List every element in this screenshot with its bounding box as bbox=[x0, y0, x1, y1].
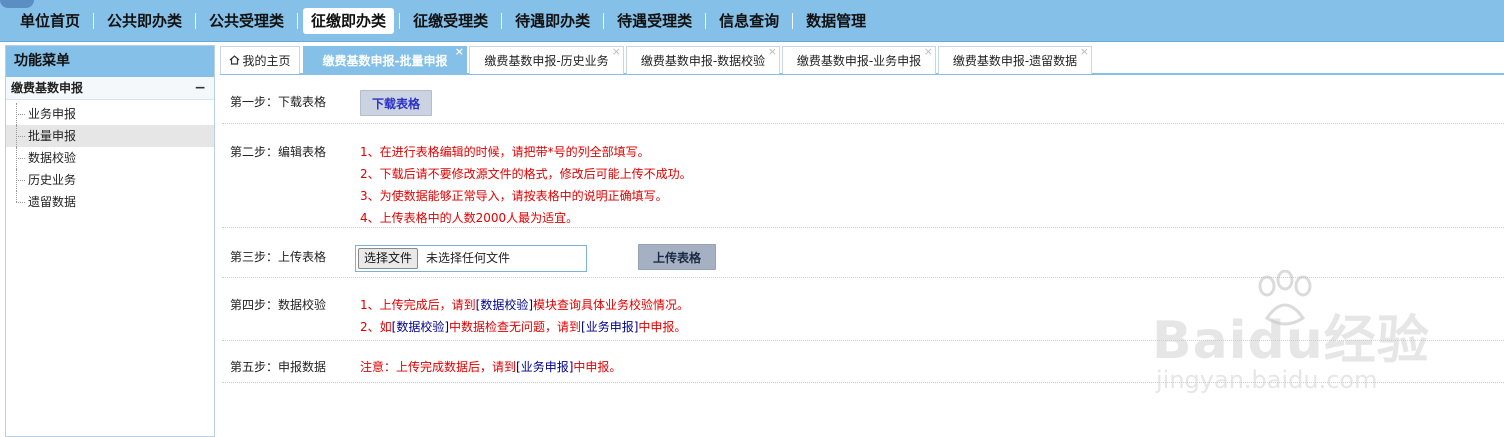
tab-history[interactable]: 缴费基数申报-历史业务 × bbox=[469, 45, 624, 74]
nav-item-public-instant[interactable]: 公共即办类 bbox=[99, 8, 190, 34]
step-label: 第五步：申报数据 bbox=[230, 360, 327, 374]
tree-connector bbox=[16, 114, 25, 115]
instruction-note: 注意：上传完成数据后，请到[业务申报]中申报。 bbox=[360, 358, 621, 375]
step-download: 第一步：下载表格 下载表格 bbox=[222, 78, 1504, 124]
menu-list: 业务申报 批量申报 数据校验 历史业务 遗留数据 bbox=[6, 100, 214, 213]
tab-batch-declare[interactable]: 缴费基数申报-批量申报 × bbox=[303, 45, 467, 74]
upload-template-button[interactable]: 上传表格 bbox=[638, 244, 716, 270]
nav-divider bbox=[297, 13, 299, 29]
nav-item-collection-accept[interactable]: 征缴受理类 bbox=[405, 8, 496, 34]
tab-label: 缴费基数申报-数据校验 bbox=[640, 54, 766, 68]
step-data-check: 第四步：数据校验 1、上传完成后，请到[数据校验]模块查询具体业务校验情况。 2… bbox=[222, 278, 1504, 341]
note-text: 注意：上传完成数据后，请到 bbox=[360, 360, 517, 374]
nav-divider bbox=[705, 13, 707, 29]
data-check-link[interactable]: [数据校验] bbox=[476, 298, 533, 312]
nav-divider bbox=[603, 13, 605, 29]
step-label: 第四步：数据校验 bbox=[230, 298, 327, 312]
step-edit: 第二步：编辑表格 1、在进行表格编辑的时候，请把带*号的列全部填写。 2、下载后… bbox=[222, 124, 1504, 228]
instruction-note: 3、为使数据能够正常导入，请按表格中的说明正确填写。 bbox=[360, 189, 668, 203]
sidebar-item-data-check[interactable]: 数据校验 bbox=[6, 147, 214, 169]
file-input[interactable]: 选择文件 未选择任何文件 bbox=[355, 245, 587, 272]
close-icon[interactable]: × bbox=[768, 38, 777, 66]
step-label: 第一步：下载表格 bbox=[230, 95, 327, 109]
menu-group-header[interactable]: 缴费基数申报 − bbox=[6, 77, 214, 100]
sidebar-item-label: 数据校验 bbox=[28, 151, 77, 165]
sidebar-item-batch-declare[interactable]: 批量申报 bbox=[6, 125, 214, 147]
tree-connector bbox=[16, 191, 17, 202]
sidebar-item-label: 遗留数据 bbox=[28, 195, 77, 209]
sidebar: 功能菜单 缴费基数申报 − 业务申报 批量申报 数据校验 历史业务 遗留数据 bbox=[5, 45, 215, 437]
choose-file-button[interactable]: 选择文件 bbox=[358, 248, 419, 269]
sidebar-item-business-declare[interactable]: 业务申报 bbox=[6, 103, 214, 125]
nav-item-benefit-instant[interactable]: 待遇即办类 bbox=[507, 8, 598, 34]
nav-item-public-accept[interactable]: 公共受理类 bbox=[201, 8, 292, 34]
file-status-text: 未选择任何文件 bbox=[426, 251, 511, 265]
close-icon[interactable]: × bbox=[455, 38, 464, 66]
tree-connector bbox=[16, 180, 25, 181]
note-text: 中申报。 bbox=[638, 320, 687, 334]
nav-divider bbox=[792, 13, 794, 29]
close-icon[interactable]: × bbox=[924, 38, 933, 66]
instruction-note: 2、如[数据校验]中数据检查无问题，请到[业务申报]中申报。 bbox=[360, 318, 686, 335]
top-navigation-bar: 单位首页 公共即办类 公共受理类 征缴即办类 征缴受理类 待遇即办类 待遇受理类… bbox=[0, 0, 1504, 42]
nav-item-data-management[interactable]: 数据管理 bbox=[798, 8, 874, 34]
close-icon[interactable]: × bbox=[612, 38, 621, 66]
instruction-note: 1、在进行表格编辑的时候，请把带*号的列全部填写。 bbox=[360, 145, 650, 159]
home-icon bbox=[229, 47, 240, 75]
step-label: 第二步：编辑表格 bbox=[230, 145, 327, 159]
step-declare: 第五步：申报数据 注意：上传完成数据后，请到[业务申报]中申报。 bbox=[222, 341, 1504, 383]
note-text: 模块查询具体业务校验情况。 bbox=[533, 298, 690, 312]
sidebar-title: 功能菜单 bbox=[6, 46, 214, 77]
tab-bar: 我的主页 缴费基数申报-批量申报 × 缴费基数申报-历史业务 × 缴费基数申报-… bbox=[220, 45, 1504, 75]
collapse-icon[interactable]: − bbox=[194, 77, 206, 100]
nav-divider bbox=[399, 13, 401, 29]
tab-label: 缴费基数申报-遗留数据 bbox=[952, 54, 1078, 68]
tab-label: 缴费基数申报-批量申报 bbox=[322, 54, 448, 68]
tab-data-check[interactable]: 缴费基数申报-数据校验 × bbox=[626, 45, 780, 74]
nav-item-info-query[interactable]: 信息查询 bbox=[711, 8, 787, 34]
tab-home[interactable]: 我的主页 bbox=[220, 46, 300, 74]
tree-connector bbox=[16, 136, 25, 137]
nav-divider bbox=[195, 13, 197, 29]
sidebar-item-legacy-data[interactable]: 遗留数据 bbox=[6, 191, 214, 213]
sidebar-item-label: 业务申报 bbox=[28, 107, 77, 121]
menu-group-label: 缴费基数申报 bbox=[11, 81, 84, 95]
note-text: 1、上传完成后，请到 bbox=[360, 298, 476, 312]
business-declare-link[interactable]: [业务申报] bbox=[581, 320, 638, 334]
sidebar-item-label: 批量申报 bbox=[28, 129, 77, 143]
note-text: 中申报。 bbox=[573, 360, 622, 374]
note-text: 2、如 bbox=[360, 320, 392, 334]
nav-divider bbox=[501, 13, 503, 29]
tab-label: 我的主页 bbox=[242, 54, 291, 68]
download-template-button[interactable]: 下载表格 bbox=[360, 90, 432, 116]
note-text: 中数据检查无问题，请到 bbox=[449, 320, 582, 334]
instruction-note: 4、上传表格中的人数2000人最为适宜。 bbox=[360, 211, 579, 225]
nav-item-collection-instant[interactable]: 征缴即办类 bbox=[303, 8, 395, 34]
nav-item-benefit-accept[interactable]: 待遇受理类 bbox=[609, 8, 700, 34]
tree-connector bbox=[16, 158, 25, 159]
close-icon[interactable]: × bbox=[1080, 38, 1089, 66]
instruction-note: 2、下载后请不要修改源文件的格式，修改后可能上传不成功。 bbox=[360, 167, 692, 181]
tab-label: 缴费基数申报-历史业务 bbox=[484, 54, 609, 68]
instruction-note: 1、上传完成后，请到[数据校验]模块查询具体业务校验情况。 bbox=[360, 296, 689, 313]
business-declare-link[interactable]: [业务申报] bbox=[516, 360, 573, 374]
tree-connector bbox=[16, 202, 25, 203]
sidebar-item-history[interactable]: 历史业务 bbox=[6, 169, 214, 191]
nav-divider bbox=[93, 13, 95, 29]
data-check-link[interactable]: [数据校验] bbox=[392, 320, 449, 334]
nav-item-unit-home[interactable]: 单位首页 bbox=[12, 8, 88, 34]
tab-legacy-data[interactable]: 缴费基数申报-遗留数据 × bbox=[938, 45, 1092, 74]
tab-business-declare[interactable]: 缴费基数申报-业务申报 × bbox=[782, 45, 936, 74]
sidebar-item-label: 历史业务 bbox=[28, 173, 77, 187]
step-label: 第三步：上传表格 bbox=[230, 250, 327, 264]
tab-label: 缴费基数申报-业务申报 bbox=[796, 54, 922, 68]
